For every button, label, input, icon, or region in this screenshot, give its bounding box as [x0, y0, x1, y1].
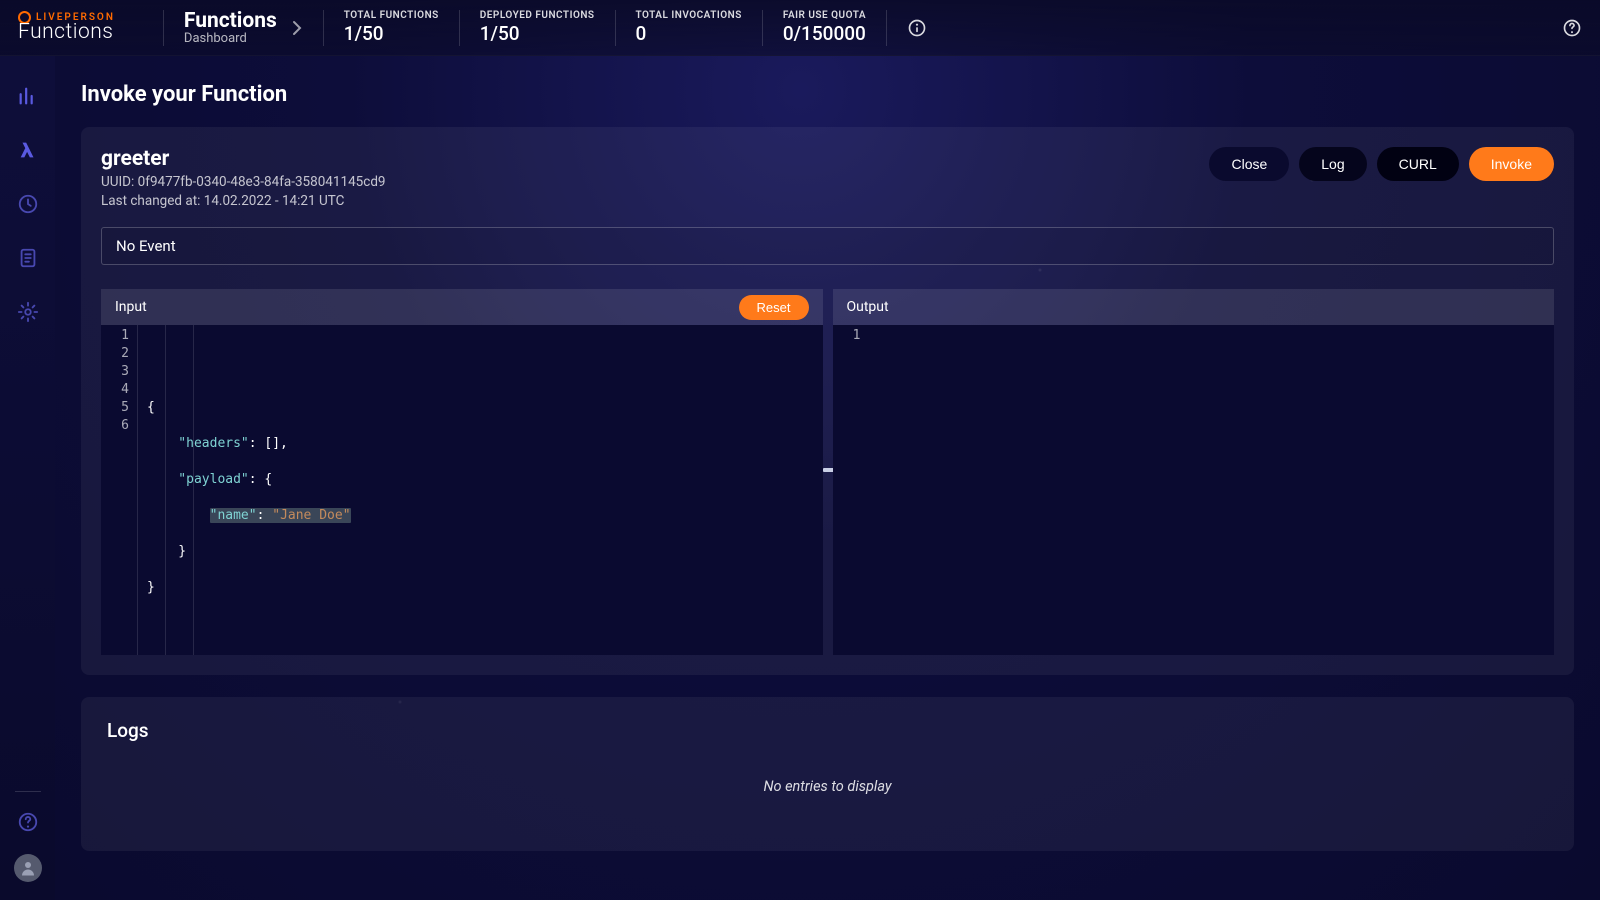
reset-button[interactable]: Reset	[739, 295, 809, 320]
log-button[interactable]: Log	[1299, 147, 1366, 181]
stat-value: 1/50	[480, 22, 595, 45]
line-number: 2	[101, 345, 129, 363]
logs-empty-message: No entries to display	[101, 760, 1554, 831]
divider	[615, 10, 616, 46]
code-token: : {	[249, 472, 272, 487]
divider	[762, 10, 763, 46]
close-button[interactable]: Close	[1209, 147, 1289, 181]
stat-value: 0/150000	[783, 22, 866, 45]
logs-title: Logs	[107, 719, 1554, 742]
function-name: greeter	[101, 147, 386, 171]
code-token: "Jane Doe"	[272, 508, 350, 523]
breadcrumb-title: Functions	[184, 9, 277, 33]
sidebar-document-icon[interactable]	[16, 246, 40, 270]
output-code[interactable]	[869, 325, 879, 655]
breadcrumb-subtitle: Dashboard	[184, 31, 277, 46]
line-number: 1	[833, 327, 861, 345]
line-number: 5	[101, 399, 129, 417]
sidebar-clock-icon[interactable]	[16, 192, 40, 216]
help-icon[interactable]	[1562, 18, 1582, 38]
sidebar-settings-icon[interactable]	[16, 300, 40, 324]
output-pane: Output 1	[833, 289, 1555, 655]
code-token: }	[147, 580, 155, 595]
function-last-changed: Last changed at: 14.02.2022 - 14:21 UTC	[101, 193, 386, 209]
stat-total-functions: TOTAL FUNCTIONS 1/50	[344, 10, 439, 45]
event-selector-value: No Event	[116, 237, 176, 255]
code-token: "payload"	[147, 472, 249, 487]
code-token: :	[257, 508, 273, 523]
line-number: 1	[101, 327, 129, 345]
code-token: : [],	[249, 436, 288, 451]
output-editor[interactable]: 1	[833, 325, 1555, 655]
divider	[459, 10, 460, 46]
logs-card: Logs No entries to display	[81, 697, 1574, 851]
breadcrumb[interactable]: Functions Dashboard	[184, 9, 303, 46]
stat-total-invocations: TOTAL INVOCATIONS 0	[636, 10, 742, 45]
input-pane-title: Input	[115, 299, 147, 315]
code-token: {	[147, 400, 155, 415]
code-token: "name"	[210, 508, 257, 523]
code-token: }	[147, 544, 186, 559]
output-gutter: 1	[833, 325, 869, 655]
sidebar-separator	[15, 791, 41, 792]
function-uuid: UUID: 0f9477fb-0340-48e3-84fa-358041145c…	[101, 174, 386, 190]
stat-label: DEPLOYED FUNCTIONS	[480, 10, 595, 21]
user-avatar[interactable]	[14, 854, 42, 882]
input-code[interactable]: { "headers": [], "payload": { "name": "J…	[137, 325, 351, 655]
line-number: 6	[101, 417, 129, 435]
divider	[323, 10, 324, 46]
stat-label: TOTAL FUNCTIONS	[344, 10, 439, 21]
stat-deployed-functions: DEPLOYED FUNCTIONS 1/50	[480, 10, 595, 45]
invoke-button[interactable]: Invoke	[1469, 147, 1554, 181]
sidebar-lambda-icon[interactable]	[16, 138, 40, 162]
main-content: Invoke your Function greeter UUID: 0f947…	[55, 56, 1600, 900]
sidebar-dashboard-icon[interactable]	[16, 84, 40, 108]
info-icon[interactable]	[907, 18, 927, 38]
brand-word-2: Functions	[18, 20, 115, 44]
code-token: "headers"	[147, 436, 249, 451]
stat-fair-use-quota: FAIR USE QUOTA 0/150000	[783, 10, 866, 45]
stat-label: TOTAL INVOCATIONS	[636, 10, 742, 21]
chevron-right-icon	[291, 19, 303, 37]
brand-logo[interactable]: LIVEPERSON Functions	[18, 11, 115, 44]
sidebar-help-icon[interactable]	[16, 810, 40, 834]
page-title: Invoke your Function	[81, 82, 1574, 107]
divider	[886, 10, 887, 46]
topbar: LIVEPERSON Functions Functions Dashboard…	[0, 0, 1600, 56]
output-pane-title: Output	[847, 299, 889, 315]
code-token	[147, 508, 210, 523]
divider	[163, 10, 164, 46]
input-gutter: 1 2 3 4 5 6	[101, 325, 137, 655]
input-editor[interactable]: 1 2 3 4 5 6 { "headers": [], "payload": …	[101, 325, 823, 655]
input-pane: Input Reset 1 2 3 4 5 6 {	[101, 289, 823, 655]
curl-button[interactable]: CURL	[1377, 147, 1459, 181]
sidebar	[0, 56, 55, 900]
event-selector[interactable]: No Event	[101, 227, 1554, 265]
stat-value: 0	[636, 22, 742, 45]
invoke-card: greeter UUID: 0f9477fb-0340-48e3-84fa-35…	[81, 127, 1574, 675]
stat-value: 1/50	[344, 22, 439, 45]
line-number: 4	[101, 381, 129, 399]
stat-label: FAIR USE QUOTA	[783, 10, 866, 21]
line-number: 3	[101, 363, 129, 381]
